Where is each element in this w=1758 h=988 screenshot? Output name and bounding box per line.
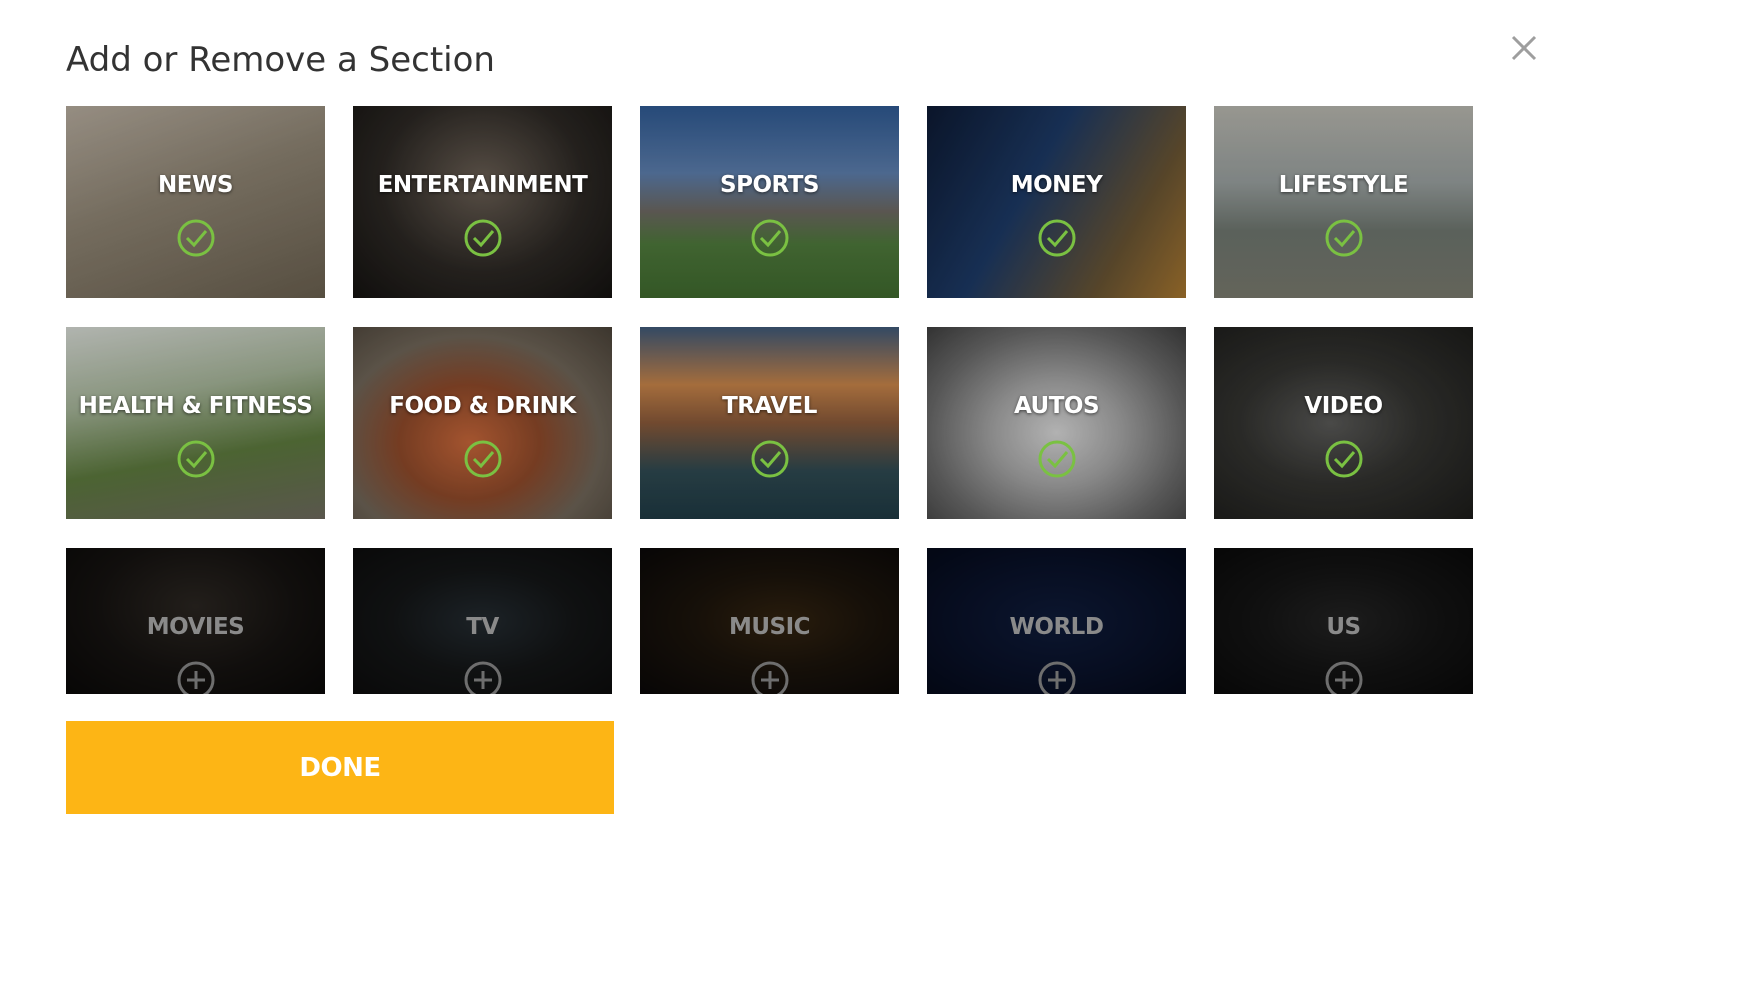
- section-label: MOVIES: [146, 614, 245, 640]
- section-label: SPORTS: [720, 172, 819, 198]
- section-tile-entertainment[interactable]: ENTERTAINMENT: [353, 106, 612, 298]
- section-label: MONEY: [1010, 172, 1103, 198]
- section-tile-health-fitness[interactable]: HEALTH & FITNESS: [66, 327, 325, 519]
- plus-circle-icon: [464, 661, 501, 694]
- section-tile-tv[interactable]: TV: [353, 548, 612, 694]
- section-label: NEWS: [158, 172, 233, 198]
- section-label: FOOD & DRINK: [389, 393, 576, 419]
- page-title: Add or Remove a Section: [66, 40, 495, 80]
- section-label: WORLD: [1009, 614, 1104, 640]
- check-circle-icon: [177, 219, 214, 257]
- section-label: LIFESTYLE: [1278, 172, 1409, 198]
- check-circle-icon: [751, 219, 788, 257]
- section-tile-lifestyle[interactable]: LIFESTYLE: [1214, 106, 1473, 298]
- section-tile-sports[interactable]: SPORTS: [640, 106, 899, 298]
- check-circle-icon: [464, 440, 501, 478]
- plus-circle-icon: [751, 661, 788, 694]
- section-tile-news[interactable]: NEWS: [66, 106, 325, 298]
- section-label: HEALTH & FITNESS: [78, 393, 313, 419]
- done-button[interactable]: DONE: [66, 721, 614, 814]
- close-icon: [1511, 35, 1537, 61]
- check-circle-icon: [1038, 440, 1075, 478]
- section-label: ENTERTAINMENT: [377, 172, 588, 198]
- check-circle-icon: [177, 440, 214, 478]
- section-tile-video[interactable]: VIDEO: [1214, 327, 1473, 519]
- section-tile-music[interactable]: MUSIC: [640, 548, 899, 694]
- section-label: TRAVEL: [722, 393, 817, 419]
- section-tile-world[interactable]: WORLD: [927, 548, 1186, 694]
- section-label: TV: [466, 614, 499, 640]
- section-tile-travel[interactable]: TRAVEL: [640, 327, 899, 519]
- close-button[interactable]: [1504, 28, 1544, 68]
- check-circle-icon: [751, 440, 788, 478]
- plus-circle-icon: [1038, 661, 1075, 694]
- section-label: US: [1326, 614, 1361, 640]
- check-circle-icon: [1325, 440, 1362, 478]
- section-tile-us[interactable]: US: [1214, 548, 1473, 694]
- section-tile-money[interactable]: MONEY: [927, 106, 1186, 298]
- check-circle-icon: [464, 219, 501, 257]
- section-tile-food-drink[interactable]: FOOD & DRINK: [353, 327, 612, 519]
- plus-circle-icon: [1325, 661, 1362, 694]
- check-circle-icon: [1038, 219, 1075, 257]
- section-tile-movies[interactable]: MOVIES: [66, 548, 325, 694]
- section-label: AUTOS: [1013, 393, 1100, 419]
- plus-circle-icon: [177, 661, 214, 694]
- section-tile-autos[interactable]: AUTOS: [927, 327, 1186, 519]
- check-circle-icon: [1325, 219, 1362, 257]
- section-label: MUSIC: [728, 614, 811, 640]
- section-label: VIDEO: [1304, 393, 1383, 419]
